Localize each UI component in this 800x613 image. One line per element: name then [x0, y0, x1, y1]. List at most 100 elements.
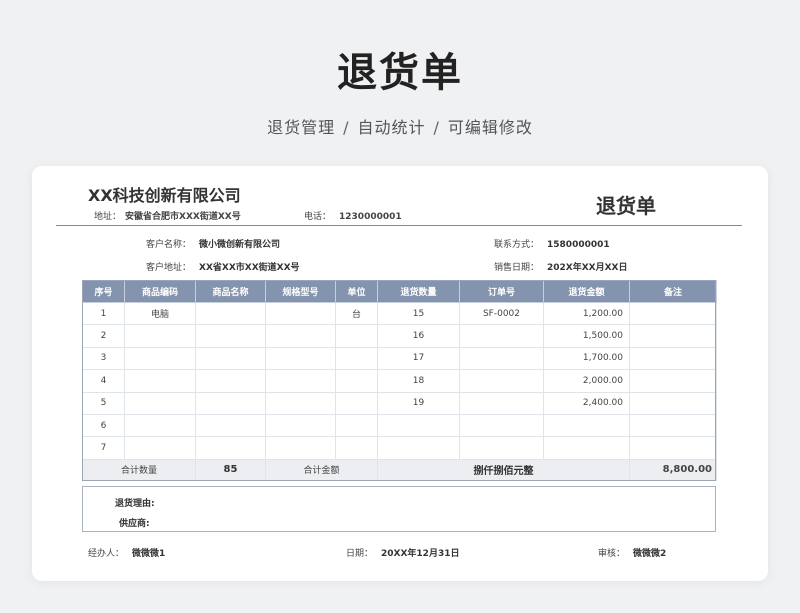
table-cell[interactable]	[459, 436, 544, 460]
table-cell[interactable]	[124, 346, 196, 371]
table-cell[interactable]: 16	[377, 324, 460, 348]
table-cell[interactable]	[459, 324, 544, 348]
customer-name-value[interactable]: 微小微创新有限公司	[199, 240, 280, 250]
total-amount-label: 合计金额	[265, 458, 378, 481]
table-cell[interactable]	[124, 436, 196, 460]
customer-name: 客户名称： 微小微创新有限公司	[146, 237, 280, 250]
table-cell[interactable]: 19	[377, 391, 460, 415]
table-cell[interactable]	[459, 369, 544, 393]
table-cell[interactable]	[335, 324, 378, 348]
date-value[interactable]: 20XX年12月31日	[381, 549, 459, 559]
table-cell[interactable]	[335, 413, 378, 438]
table-cell[interactable]	[629, 324, 717, 348]
table-cell[interactable]	[265, 301, 336, 326]
table-cell[interactable]	[124, 413, 196, 438]
table-cell[interactable]	[265, 369, 336, 393]
total-amount-words[interactable]: 捌仟捌佰元整	[377, 458, 630, 481]
table-cell[interactable]	[629, 369, 717, 393]
table-cell[interactable]	[335, 346, 378, 371]
reviewer-value[interactable]: 微微微2	[633, 549, 666, 559]
sale-date-label: 销售日期：	[494, 263, 540, 273]
column-header: 序号	[82, 280, 125, 303]
table-cell[interactable]	[195, 413, 266, 438]
table-cell[interactable]	[124, 369, 196, 393]
table-cell[interactable]: 电脑	[124, 301, 196, 326]
return-items-table: 序号 商品编码 商品名称 规格型号 单位 退货数量 订单号 退货金额 备注 1 电脑 台 15 SF-0…	[82, 280, 717, 481]
customer-address-label: 客户地址：	[146, 263, 192, 273]
table-cell[interactable]	[459, 413, 544, 438]
table-cell[interactable]	[629, 301, 717, 326]
address-value[interactable]: 安徽省合肥市XXX街道XX号	[125, 212, 241, 222]
table-cell[interactable]	[124, 324, 196, 348]
table-header-row: 序号 商品编码 商品名称 规格型号 单位 退货数量 订单号 退货金额 备注	[82, 280, 717, 303]
table-cell[interactable]	[459, 391, 544, 415]
handler-label: 经办人：	[88, 549, 125, 559]
phone-label: 电话：	[304, 212, 332, 222]
table-cell[interactable]	[335, 436, 378, 460]
table-cell[interactable]: 7	[82, 436, 125, 460]
table-cell[interactable]: 17	[377, 346, 460, 371]
supplier-label[interactable]: 供应商:	[119, 516, 150, 529]
table-cell[interactable]	[195, 391, 266, 415]
phone-value[interactable]: 1230000001	[339, 212, 402, 222]
contact-value[interactable]: 1580000001	[547, 240, 610, 250]
table-cell[interactable]	[335, 369, 378, 393]
column-header: 退货金额	[543, 280, 630, 303]
subtitle-part-2: 自动统计	[357, 118, 426, 137]
reason-box: 退货理由: 供应商:	[82, 486, 716, 532]
table-cell[interactable]	[265, 436, 336, 460]
table-cell[interactable]: 2,400.00	[543, 391, 630, 415]
table-cell[interactable]	[377, 413, 460, 438]
table-cell[interactable]: 18	[377, 369, 460, 393]
table-row: 7	[82, 436, 717, 460]
column-header: 退货数量	[377, 280, 460, 303]
table-cell[interactable]	[195, 369, 266, 393]
table-cell[interactable]	[265, 346, 336, 371]
reviewer: 审核： 微微微2	[598, 546, 666, 559]
table-cell[interactable]: 3	[82, 346, 125, 371]
table-cell[interactable]	[195, 346, 266, 371]
table-cell[interactable]	[377, 436, 460, 460]
table-cell[interactable]	[195, 436, 266, 460]
customer-name-label: 客户名称：	[146, 240, 192, 250]
table-cell[interactable]: SF-0002	[459, 301, 544, 326]
table-cell[interactable]: 1,500.00	[543, 324, 630, 348]
table-cell[interactable]	[543, 436, 630, 460]
subtitle-part-1: 退货管理	[267, 118, 336, 137]
table-cell[interactable]	[124, 391, 196, 415]
table-cell[interactable]: 2	[82, 324, 125, 348]
table-cell[interactable]: 1,200.00	[543, 301, 630, 326]
table-cell[interactable]: 15	[377, 301, 460, 326]
header-divider	[56, 225, 742, 226]
table-cell[interactable]	[335, 391, 378, 415]
total-qty-value[interactable]: 85	[195, 458, 266, 481]
table-cell[interactable]: 5	[82, 391, 125, 415]
table-row: 4 18 2,000.00	[82, 369, 717, 393]
table-cell[interactable]	[195, 324, 266, 348]
table-cell[interactable]: 4	[82, 369, 125, 393]
sale-date-value[interactable]: 202X年XX月XX日	[547, 263, 627, 273]
table-cell[interactable]: 1,700.00	[543, 346, 630, 371]
customer-address-value[interactable]: XX省XX市XX街道XX号	[199, 263, 300, 273]
table-cell[interactable]: 1	[82, 301, 125, 326]
table-cell[interactable]	[265, 324, 336, 348]
return-reason-label[interactable]: 退货理由:	[115, 496, 155, 509]
total-amount-value[interactable]: 8,800.00	[629, 458, 717, 481]
table-cell[interactable]: 2,000.00	[543, 369, 630, 393]
table-cell[interactable]: 6	[82, 413, 125, 438]
column-header: 规格型号	[265, 280, 336, 303]
table-cell[interactable]	[629, 436, 717, 460]
table-cell[interactable]	[629, 391, 717, 415]
table-cell[interactable]	[265, 391, 336, 415]
table-cell[interactable]	[629, 346, 717, 371]
table-cell[interactable]	[195, 301, 266, 326]
handler-value[interactable]: 微微微1	[132, 549, 165, 559]
table-cell[interactable]	[543, 413, 630, 438]
table-row: 6	[82, 413, 717, 438]
table-cell[interactable]	[629, 413, 717, 438]
table-cell[interactable]: 台	[335, 301, 378, 326]
table-cell[interactable]	[265, 413, 336, 438]
company-name[interactable]: XX科技创新有限公司	[88, 182, 241, 206]
table-cell[interactable]	[459, 346, 544, 371]
subtitle-part-3: 可编辑修改	[447, 118, 533, 137]
